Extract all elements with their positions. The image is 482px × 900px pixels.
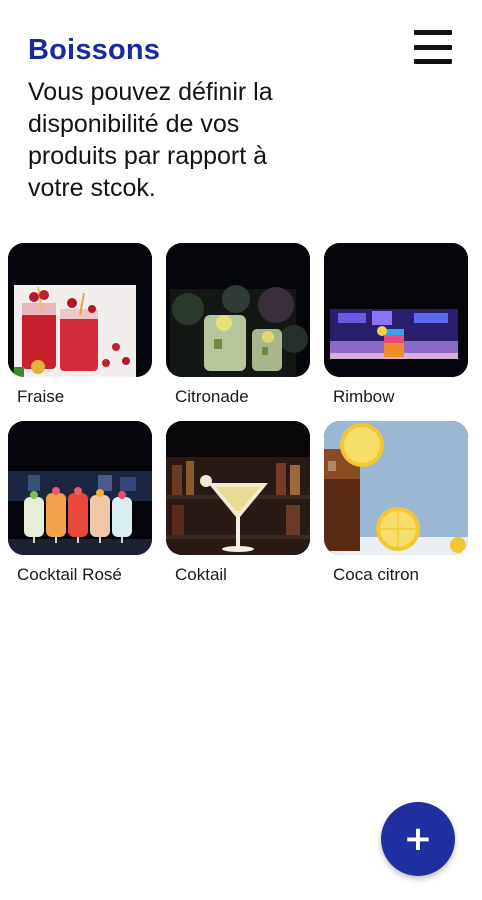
drinks-screen: Boissons Vous pouvez définir la disponib… (0, 0, 482, 900)
product-card-coktail[interactable]: Coktail (166, 421, 310, 585)
menu-bar (414, 44, 452, 50)
product-card-cocktail-rose[interactable]: Cocktail Rosé (8, 421, 152, 585)
menu-bar (414, 30, 452, 35)
product-name: Fraise (17, 387, 65, 406)
hamburger-menu-icon[interactable] (414, 30, 454, 64)
product-name: Coca citron (333, 565, 419, 584)
menu-bar (414, 59, 452, 64)
plus-icon: + (403, 819, 433, 859)
product-card-rimbow[interactable]: Rimbow (324, 243, 468, 407)
page-title: Boissons (28, 34, 161, 66)
page-subtitle: Vous pouvez définir la disponibilité de … (28, 78, 273, 202)
strawberry-drink-photo (8, 243, 152, 377)
rainbow-cocktail-photo (324, 243, 468, 377)
product-card-coca-citron[interactable]: Coca citron (324, 421, 468, 585)
product-name: Citronade (175, 387, 249, 406)
product-grid: Fraise Citronade Rimbow Cocktail Rosé Co… (8, 243, 478, 585)
cocktail-glasses-photo (8, 421, 152, 555)
product-card-fraise[interactable]: Fraise (8, 243, 152, 407)
product-name: Rimbow (333, 387, 395, 406)
product-name: Cocktail Rosé (17, 565, 122, 584)
add-product-button[interactable]: + (381, 802, 455, 876)
product-card-citronade[interactable]: Citronade (166, 243, 310, 407)
coca-lemon-photo (324, 421, 468, 555)
martini-glass-photo (166, 421, 310, 555)
product-name: Coktail (175, 565, 227, 584)
lemonade-drink-photo (166, 243, 310, 377)
